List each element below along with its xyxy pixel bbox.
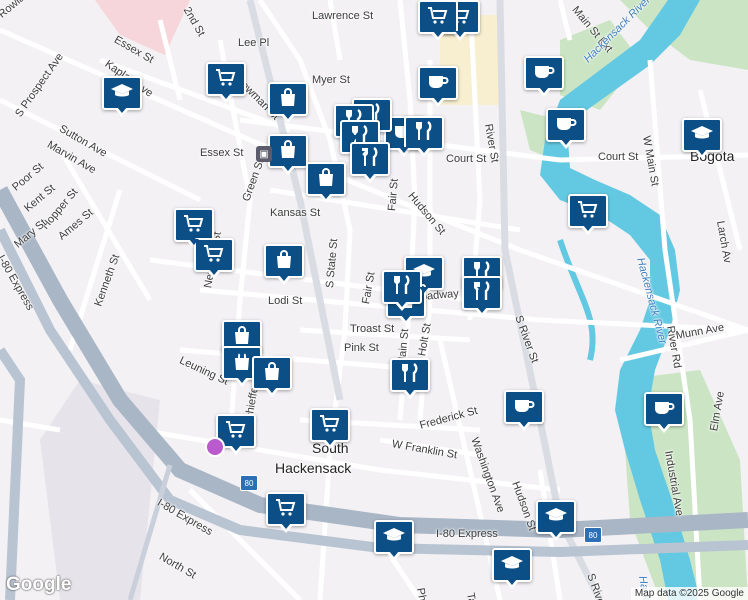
shopping-bag-icon bbox=[272, 249, 296, 274]
coffee-marker[interactable] bbox=[546, 108, 586, 149]
cart-icon bbox=[576, 199, 600, 224]
fork-knife-icon bbox=[412, 120, 436, 146]
coffee-marker[interactable] bbox=[524, 56, 564, 97]
coffee-marker[interactable] bbox=[644, 392, 684, 433]
restaurant-marker[interactable] bbox=[382, 270, 422, 311]
restaurant-marker[interactable] bbox=[350, 142, 390, 183]
interstate-shield-80: 80 bbox=[584, 527, 602, 543]
restaurant-marker[interactable] bbox=[404, 116, 444, 157]
street-label-i80-express-1: I-80 Express bbox=[436, 528, 498, 540]
place-label-south-hackensack-2: Hackensack bbox=[275, 460, 352, 476]
cart-icon bbox=[182, 213, 206, 238]
street-label-essex-st-mid: Essex St bbox=[200, 147, 244, 159]
school-marker[interactable] bbox=[374, 520, 414, 561]
coffee-cup-icon bbox=[554, 113, 578, 138]
map-canvas[interactable]: Lawrence St 2nd St Essex St Lee Pl Kaplan Av… bbox=[0, 0, 748, 600]
cart-icon bbox=[224, 419, 248, 444]
shopping-marker[interactable] bbox=[268, 134, 308, 175]
grocery-marker[interactable] bbox=[266, 492, 306, 533]
coffee-cup-icon bbox=[532, 61, 556, 86]
coffee-marker[interactable] bbox=[504, 390, 544, 431]
grocery-marker[interactable] bbox=[568, 194, 608, 235]
coffee-cup-icon bbox=[426, 71, 450, 96]
graduation-cap-icon bbox=[110, 81, 134, 106]
fork-knife-icon bbox=[398, 362, 422, 388]
fork-knife-icon bbox=[470, 280, 494, 306]
map-attribution[interactable]: Map data ©2025 Google bbox=[630, 587, 748, 600]
shopping-bag-icon bbox=[260, 361, 284, 386]
street-label-court-st-1: Court St bbox=[446, 153, 487, 165]
grocery-marker[interactable] bbox=[174, 208, 214, 249]
coffee-marker[interactable] bbox=[418, 66, 458, 107]
grocery-marker[interactable] bbox=[310, 408, 350, 449]
street-label-myer-st: Myer St bbox=[312, 74, 350, 86]
cart-icon bbox=[214, 67, 238, 92]
interstate-shield-80: 80 bbox=[240, 475, 258, 491]
street-label-troast-st: Troast St bbox=[350, 323, 395, 335]
street-label-kansas-st: Kansas St bbox=[270, 207, 321, 219]
street-label-pink-st: Pink St bbox=[344, 342, 379, 354]
shopping-marker[interactable] bbox=[268, 82, 308, 123]
school-marker[interactable] bbox=[682, 118, 722, 159]
shopping-bag-icon bbox=[276, 139, 300, 164]
graduation-cap-icon bbox=[382, 525, 406, 550]
grocery-marker[interactable] bbox=[418, 0, 458, 41]
cart-icon bbox=[274, 497, 298, 522]
fork-knife-icon bbox=[390, 274, 414, 300]
street-label-court-st-2: Court St bbox=[598, 151, 639, 163]
shopping-marker[interactable] bbox=[252, 356, 292, 397]
cart-icon bbox=[202, 243, 226, 268]
grocery-marker[interactable] bbox=[206, 62, 246, 103]
school-marker[interactable] bbox=[102, 76, 142, 117]
graduation-cap-icon bbox=[690, 123, 714, 148]
train-station-icon: ▣ bbox=[256, 146, 272, 162]
graduation-cap-icon bbox=[500, 553, 524, 578]
google-logo: Google bbox=[6, 574, 72, 595]
street-label-lawrence-st: Lawrence St bbox=[312, 10, 374, 22]
restaurant-marker[interactable] bbox=[462, 276, 502, 317]
coffee-cup-icon bbox=[652, 397, 676, 422]
cart-icon bbox=[426, 5, 450, 30]
shopping-bag-icon bbox=[276, 87, 300, 112]
shopping-marker[interactable] bbox=[306, 162, 346, 203]
school-marker[interactable] bbox=[492, 548, 532, 589]
point-of-interest-icon bbox=[205, 437, 225, 457]
street-label-lee-pl: Lee Pl bbox=[238, 37, 270, 49]
grocery-marker[interactable] bbox=[194, 238, 234, 279]
cart-icon bbox=[318, 413, 342, 438]
restaurant-marker[interactable] bbox=[390, 358, 430, 399]
street-label-lodi-st: Lodi St bbox=[268, 295, 303, 307]
coffee-cup-icon bbox=[512, 395, 536, 420]
school-marker[interactable] bbox=[536, 500, 576, 541]
shopping-marker[interactable] bbox=[264, 244, 304, 285]
graduation-cap-icon bbox=[544, 505, 568, 530]
shopping-bag-icon bbox=[314, 167, 338, 192]
